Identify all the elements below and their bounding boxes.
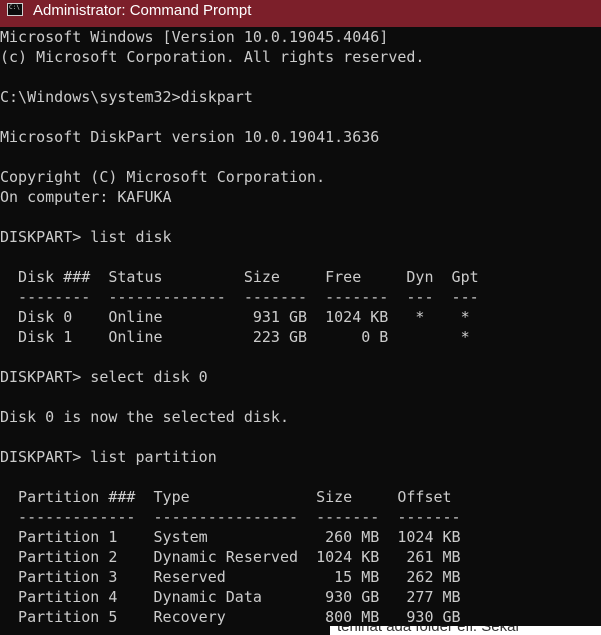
background-page-strip: terlihat ada folder efi. Sekar	[330, 626, 601, 635]
console-line: DISKPART> list partition	[0, 448, 217, 466]
console-line: Disk 0 Online 931 GB 1024 KB * *	[0, 308, 470, 326]
console-line: C:\Windows\system32>diskpart	[0, 88, 253, 106]
console-line: DISKPART> select disk 0	[0, 368, 208, 386]
console-line: Copyright (C) Microsoft Corporation.	[0, 168, 326, 186]
console-line: Microsoft Windows [Version 10.0.19045.40…	[0, 28, 389, 46]
console-line: Partition ### Type Size Offset	[0, 488, 452, 506]
console-area[interactable]: Microsoft Windows [Version 10.0.19045.40…	[0, 27, 601, 635]
console-line: On computer: KAFUKA	[0, 188, 172, 206]
console-line: Partition 2 Dynamic Reserved 1024 KB 261…	[0, 548, 461, 566]
console-line: Partition 4 Dynamic Data 930 GB 277 MB	[0, 588, 461, 606]
console-line: Disk 1 Online 223 GB 0 B *	[0, 328, 470, 346]
window-title: Administrator: Command Prompt	[33, 2, 252, 19]
console-line: ------------- ---------------- ------- -…	[0, 508, 461, 526]
console-output: Microsoft Windows [Version 10.0.19045.40…	[0, 27, 479, 627]
console-line: Disk ### Status Size Free Dyn Gpt	[0, 268, 479, 286]
console-line: DISKPART> list disk	[0, 228, 172, 246]
background-page-text: terlihat ada folder efi. Sekar	[337, 626, 521, 635]
command-prompt-window: C:\ Administrator: Command Prompt Micros…	[0, 0, 601, 635]
console-line: Microsoft DiskPart version 10.0.19041.36…	[0, 128, 380, 146]
cmd-icon: C:\	[7, 3, 23, 16]
title-bar[interactable]: C:\ Administrator: Command Prompt	[0, 0, 601, 27]
console-line: -------- ------------- ------- ------- -…	[0, 288, 479, 306]
console-line: Partition 1 System 260 MB 1024 KB	[0, 528, 461, 546]
console-line: Partition 5 Recovery 800 MB 930 GB	[0, 608, 461, 626]
console-line: (c) Microsoft Corporation. All rights re…	[0, 48, 425, 66]
console-line: Partition 3 Reserved 15 MB 262 MB	[0, 568, 461, 586]
console-line: Disk 0 is now the selected disk.	[0, 408, 289, 426]
